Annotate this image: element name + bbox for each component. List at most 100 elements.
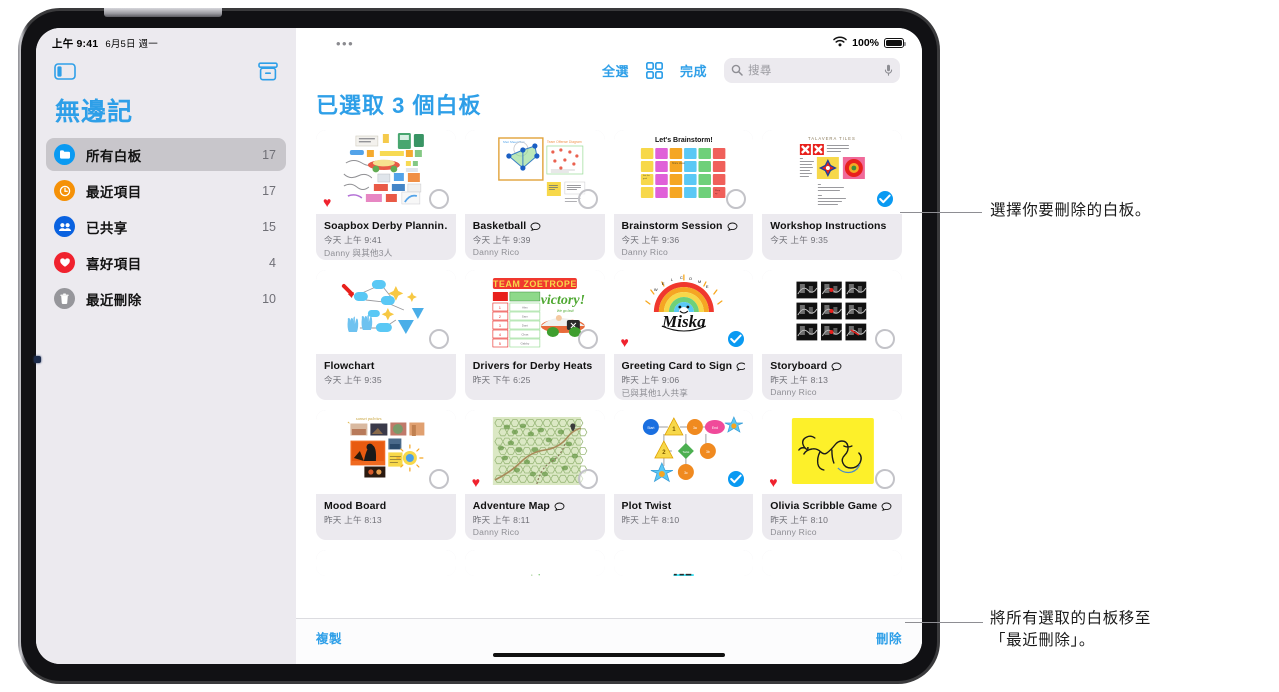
shared-bubble-icon (736, 362, 746, 371)
board-card[interactable]: Flowchart 今天 上午 9:35 (316, 270, 456, 400)
status-date: 6月5日 週一 (105, 39, 158, 50)
sidebar-item-recently-deleted[interactable]: 最近刪除 10 (46, 282, 286, 315)
svg-text:O: O (688, 276, 691, 281)
board-meta: Soapbox Derby Plannin… 今天 上午 9:41 Danny 與其… (316, 214, 456, 259)
sidebar-item-count: 4 (269, 255, 276, 270)
callout-top: 選擇你要刪除的白板。 (990, 202, 1152, 219)
board-card[interactable]: sunset palettes Mood Board 昨天 上午 8:13 (316, 410, 456, 540)
board-title: Storyboard (770, 360, 894, 372)
selection-circle-icon[interactable] (428, 189, 449, 209)
board-timestamp: 今天 上午 9:35 (324, 375, 382, 385)
sidebar-toolbar (36, 54, 296, 84)
board-title: Workshop Instructions (770, 220, 894, 232)
board-title: Basketball (473, 220, 597, 232)
svg-text:victory!: victory! (540, 293, 584, 308)
board-title-text: Flowchart (324, 360, 375, 372)
search-input[interactable]: 搜尋 (724, 57, 900, 83)
svg-text:C: C (679, 275, 682, 280)
svg-text:Let's Brainstorm!: Let's Brainstorm! (655, 137, 713, 144)
board-title: Drivers for Derby Heats (473, 360, 597, 372)
grid-view-icon[interactable] (645, 61, 664, 79)
board-thumbnail: WE LC OM E Miska ♥ (613, 270, 754, 354)
board-title-text: Storyboard (770, 360, 828, 372)
sidebar-nav-list: 所有白板 17 最近項目 17 已共享 15 喜好項目 4 最近刪除 10 (36, 138, 296, 315)
board-meta: Basketball 今天 上午 9:39 Danny Rico (465, 214, 605, 257)
select-all-button[interactable]: 全選 (602, 61, 629, 80)
microphone-icon[interactable] (884, 64, 893, 76)
main-content: ••• 100% 全選 完成 搜尋 已選取 3 個白板 ♥ Soapbox De… (296, 28, 922, 664)
board-owner: Danny Rico (770, 527, 817, 537)
sidebar-toggle-icon[interactable] (54, 62, 76, 80)
board-thumbnail: sunset palettes (316, 410, 456, 494)
svg-text:sunset palettes: sunset palettes (356, 416, 382, 421)
board-owner: Danny 與其他3人 (324, 248, 393, 258)
board-timestamp: 今天 上午 9:36 (621, 235, 680, 245)
search-placeholder: 搜尋 (748, 65, 772, 77)
board-card[interactable]: ♥ Soapbox Derby Plannin… 今天 上午 9:41 Danny 與… (316, 130, 456, 260)
board-timestamp: 今天 上午 9:39 (472, 235, 531, 245)
svg-text:5: 5 (499, 342, 501, 346)
duplicate-button[interactable]: 複製 (316, 628, 342, 647)
favorite-heart-icon: ♥ (769, 474, 778, 490)
board-title: Soapbox Derby Plannin… (324, 220, 448, 232)
svg-text:3a: 3a (692, 426, 696, 430)
board-thumbnail: ♥ (316, 130, 456, 214)
board-title-text: Brainstorm Session (621, 220, 723, 232)
sidebar-item-all-boards[interactable]: 所有白板 17 (46, 138, 286, 171)
sidebar-item-favorites[interactable]: 喜好項目 4 (46, 246, 286, 279)
board-card[interactable]: TEAM ZOETROPE 1 Alex 2 Sam 3 Dani 4 Chas… (464, 270, 605, 400)
selection-circle-icon[interactable] (875, 469, 895, 489)
selection-circle-icon[interactable] (428, 469, 449, 489)
selected-checkmark-icon[interactable] (875, 189, 895, 209)
board-meta: Mood Board 昨天 上午 8:13 (316, 494, 456, 526)
board-card[interactable]: WE LC OM E Miska ♥ Greeting Card to Sign 昨… (613, 270, 754, 400)
new-board-icon[interactable] (258, 61, 278, 81)
sidebar-item-label: 已共享 (86, 220, 128, 236)
callout-bottom-line1: 將所有選取的白板移至 (990, 610, 1152, 627)
sidebar-item-shared[interactable]: 已共享 15 (46, 210, 286, 243)
delete-button[interactable]: 刪除 (876, 628, 902, 647)
svg-text:TEAM ZOETROPE: TEAM ZOETROPE (493, 279, 577, 289)
home-indicator[interactable] (493, 652, 725, 657)
svg-text:End: End (711, 426, 717, 430)
list-item[interactable] (316, 550, 456, 576)
board-card[interactable]: Storyboard 昨天 上午 8:13 Danny Rico (762, 270, 902, 400)
boards-grid-next-row (316, 550, 902, 576)
board-owner: Danny Rico (472, 527, 520, 537)
board-card[interactable]: Start 1 3a End 2 Twist 3b 3c Plot Twist 昨… (613, 410, 754, 540)
board-meta: Adventure Map 昨天 上午 8:11 Danny Rico (465, 494, 605, 537)
bottom-toolbar: 複製 刪除 (296, 618, 922, 664)
svg-text:2: 2 (499, 315, 501, 319)
volume-button (34, 356, 41, 363)
board-thumbnail: Shot Sheet Plan Team Offense Diagram (464, 130, 605, 214)
sidebar-item-label: 喜好項目 (86, 256, 142, 272)
list-item[interactable] (762, 550, 902, 576)
status-time: 上午 9:41 (52, 37, 99, 50)
list-item[interactable] (464, 550, 605, 576)
board-card[interactable]: Let's Brainstorm! Share ideas Set the goa… (613, 130, 754, 260)
sidebar-item-label: 最近項目 (86, 184, 142, 200)
selection-circle-icon[interactable] (577, 469, 598, 489)
selection-circle-icon[interactable] (577, 329, 598, 349)
svg-text:Start: Start (647, 426, 654, 430)
recents-clock-icon (54, 180, 75, 201)
board-card[interactable]: ♥ Olivia Scribble Game 昨天 上午 8:10 Danny Ric… (762, 410, 902, 540)
app-title: 無邊記 (55, 98, 134, 126)
selection-circle-icon[interactable] (428, 329, 449, 349)
board-meta: Drivers for Derby Heats 昨天 下午 6:25 (465, 354, 605, 386)
list-item[interactable] (613, 550, 754, 576)
more-dots-icon[interactable]: ••• (336, 36, 354, 51)
sidebar-item-recents[interactable]: 最近項目 17 (46, 174, 286, 207)
board-card[interactable]: ♥ Adventure Map 昨天 上午 8:11 Danny Rico (464, 410, 605, 540)
board-meta: Flowchart 今天 上午 9:35 (316, 354, 456, 386)
board-timestamp: 昨天 上午 8:11 (472, 515, 530, 525)
done-button[interactable]: 完成 (680, 61, 707, 80)
selection-circle-icon[interactable] (577, 189, 598, 209)
board-card[interactable]: TALAVERA TILES Workshop Instructions 今天 … (762, 130, 902, 260)
board-card[interactable]: Shot Sheet Plan Team Offense Diagram Bas… (464, 130, 605, 260)
callout-bottom-line2: 「最近刪除」。 (990, 632, 1095, 649)
board-title: Olivia Scribble Game (770, 500, 894, 512)
svg-text:Share ideas: Share ideas (671, 162, 685, 165)
svg-text:Wrap: Wrap (714, 189, 720, 192)
selection-circle-icon[interactable] (875, 329, 895, 349)
